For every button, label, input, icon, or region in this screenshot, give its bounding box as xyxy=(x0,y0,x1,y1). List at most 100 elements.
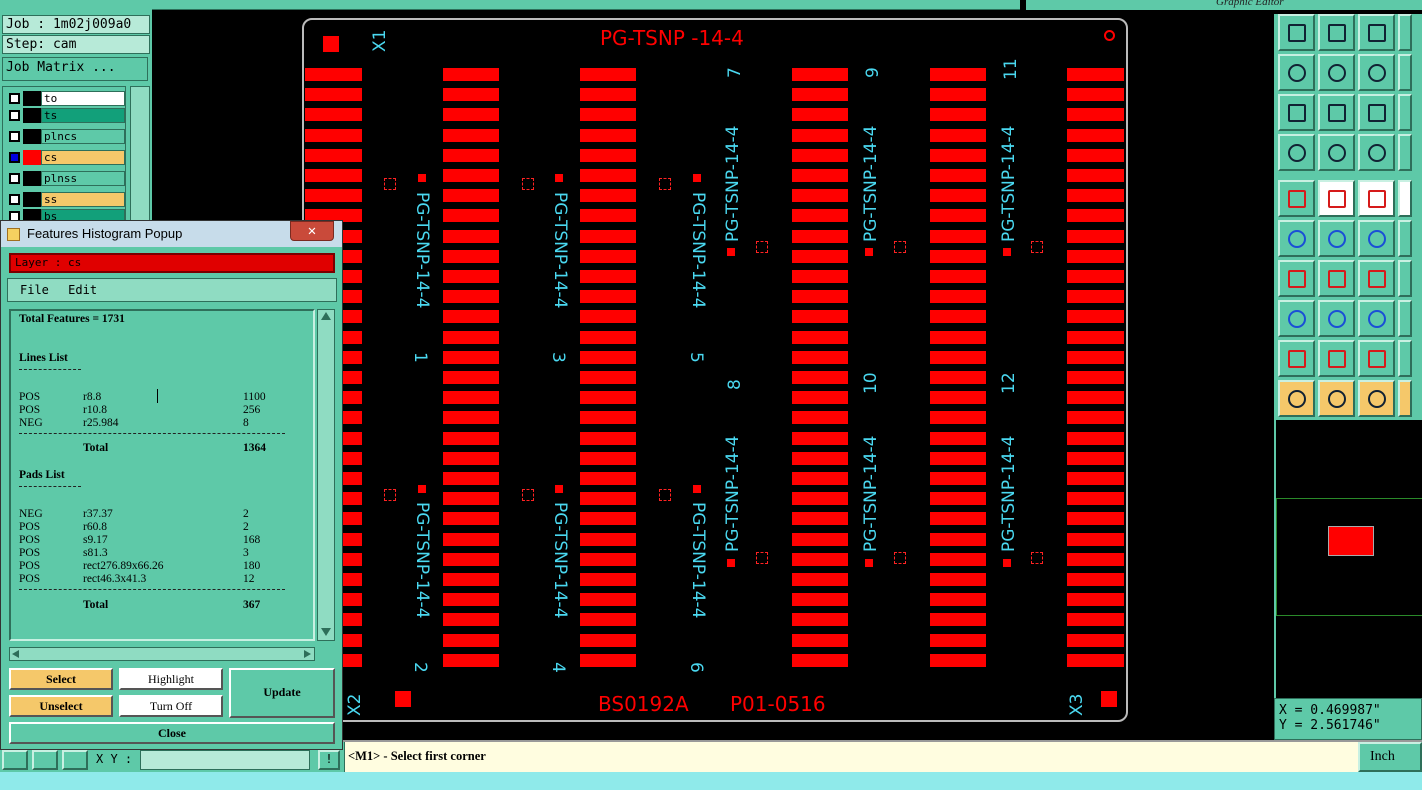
toolbar-icon[interactable] xyxy=(62,750,88,770)
menu-file[interactable]: File xyxy=(20,283,49,297)
line-icon[interactable] xyxy=(1278,220,1315,257)
exclamation-icon[interactable]: ! xyxy=(318,750,340,770)
circle-icon[interactable] xyxy=(1398,134,1412,171)
layer-checkbox[interactable] xyxy=(9,131,20,142)
pan-icon[interactable] xyxy=(1278,54,1315,91)
add-icon[interactable] xyxy=(1358,180,1395,217)
layer-checkbox[interactable] xyxy=(9,194,20,205)
close-button[interactable]: Close xyxy=(9,722,335,744)
tool-glyph xyxy=(1288,64,1306,82)
pad-icon[interactable] xyxy=(1278,134,1315,171)
tool-glyph xyxy=(1288,310,1306,328)
mounting-hole xyxy=(1104,30,1115,41)
job-matrix-button[interactable]: Job Matrix ... xyxy=(2,57,148,81)
lines-list-header: Lines List xyxy=(19,352,68,364)
home-icon[interactable] xyxy=(1358,380,1395,417)
job-label: Job : 1m02j009a0 xyxy=(2,15,150,34)
layer-checkbox[interactable] xyxy=(9,93,20,104)
overview-board-thumbnail[interactable] xyxy=(1328,526,1374,556)
layer-row-plncs[interactable]: plncs xyxy=(7,128,125,145)
layer-row-to[interactable]: to xyxy=(7,90,125,107)
snap-icon[interactable] xyxy=(1398,340,1412,377)
graphic-editor-tab: Graphic Editor xyxy=(1026,0,1422,10)
layer-list-scrollbar[interactable] xyxy=(130,86,150,222)
x-coordinate: X = 0.469987" xyxy=(1279,703,1381,718)
toolbar-icon[interactable] xyxy=(2,750,28,770)
scale-icon[interactable] xyxy=(1358,260,1395,297)
layer-row-cs[interactable]: cs xyxy=(7,149,125,166)
open-icon[interactable] xyxy=(1278,14,1315,51)
align-icon[interactable] xyxy=(1398,260,1412,297)
shape-icon[interactable] xyxy=(1318,134,1355,171)
save-icon[interactable] xyxy=(1318,380,1355,417)
ruler-icon[interactable] xyxy=(1358,134,1395,171)
highlight-button[interactable]: Highlight xyxy=(119,668,223,690)
part-label: PG-TSNP-14-4 xyxy=(861,125,881,243)
layer-checkbox[interactable] xyxy=(9,173,20,184)
toolbar-icon[interactable] xyxy=(32,750,58,770)
home-icon[interactable] xyxy=(1358,14,1395,51)
split-icon[interactable] xyxy=(1318,260,1355,297)
layer-row-ts[interactable]: ts xyxy=(7,107,125,124)
popup-menubar: File Edit xyxy=(7,278,337,302)
scroll-right-icon[interactable] xyxy=(304,650,311,658)
layer-checkbox[interactable] xyxy=(9,110,20,121)
close-icon[interactable]: ✕ xyxy=(290,221,334,241)
zoom-icon[interactable] xyxy=(1398,14,1412,51)
tool-glyph xyxy=(1368,24,1386,42)
dimension-icon[interactable] xyxy=(1398,300,1412,337)
grid-icon[interactable] xyxy=(1358,94,1395,131)
delete-icon[interactable] xyxy=(1318,180,1355,217)
app-icon xyxy=(7,228,20,241)
turn-off-button[interactable]: Turn Off xyxy=(119,695,223,717)
list-item: POS rect276.89x66.26 180 xyxy=(19,560,261,572)
layer-name: plnss xyxy=(41,171,125,186)
scroll-left-icon[interactable] xyxy=(12,650,19,658)
rotate-icon[interactable] xyxy=(1358,220,1395,257)
scroll-up-icon[interactable] xyxy=(321,312,331,320)
xy-input[interactable] xyxy=(140,750,310,770)
part-number-label: 8 xyxy=(725,379,745,390)
layer-row-ss[interactable]: ss xyxy=(7,191,125,208)
select-icon[interactable] xyxy=(1318,340,1355,377)
pointer-icon[interactable] xyxy=(1278,340,1315,377)
popup-title: Features Histogram Popup xyxy=(27,226,183,241)
connect-icon[interactable] xyxy=(1398,180,1412,217)
chamfer-icon[interactable] xyxy=(1318,300,1355,337)
layer-checkbox[interactable] xyxy=(9,152,20,163)
list-item: POS r8.8 1100 xyxy=(19,391,266,403)
layer-row-plnss[interactable]: plnss xyxy=(7,170,125,187)
select-button[interactable]: Select xyxy=(9,668,113,690)
measure-icon[interactable] xyxy=(1318,54,1355,91)
mirror-icon[interactable] xyxy=(1398,220,1412,257)
list-item: POS s9.17 168 xyxy=(19,534,261,546)
open-icon[interactable] xyxy=(1278,380,1315,417)
route-icon[interactable] xyxy=(1278,180,1315,217)
vertical-scrollbar[interactable] xyxy=(317,309,335,641)
lasso-icon[interactable] xyxy=(1358,340,1395,377)
settings-icon[interactable] xyxy=(1318,94,1355,131)
fit-icon[interactable] xyxy=(1358,54,1395,91)
layer-name: to xyxy=(41,91,125,106)
arc-icon[interactable] xyxy=(1318,220,1355,257)
scroll-down-icon[interactable] xyxy=(321,628,331,636)
zoom-icon[interactable] xyxy=(1398,380,1412,417)
attach-icon[interactable] xyxy=(1278,260,1315,297)
unselect-button[interactable]: Unselect xyxy=(9,695,113,717)
save-icon[interactable] xyxy=(1318,14,1355,51)
tool-glyph xyxy=(1368,64,1386,82)
fillet-icon[interactable] xyxy=(1278,300,1315,337)
part-label: PG-TSNP-14-4 xyxy=(861,435,881,553)
ratio-icon[interactable] xyxy=(1398,54,1412,91)
part-label: PG-TSNP-14-4 xyxy=(723,435,743,553)
text-icon[interactable] xyxy=(1358,300,1395,337)
list-item: NEG r25.984 8 xyxy=(19,417,249,429)
update-button[interactable]: Update xyxy=(229,668,335,718)
menu-edit[interactable]: Edit xyxy=(68,283,97,297)
horizontal-scrollbar[interactable] xyxy=(9,647,315,661)
units-selector[interactable]: Inch xyxy=(1358,742,1422,772)
layers-icon[interactable] xyxy=(1398,94,1412,131)
part-number-label: 5 xyxy=(686,352,706,363)
help-icon[interactable] xyxy=(1278,94,1315,131)
histogram-list[interactable]: Total Features = 1731 Lines List POS r8.8… xyxy=(9,309,315,641)
